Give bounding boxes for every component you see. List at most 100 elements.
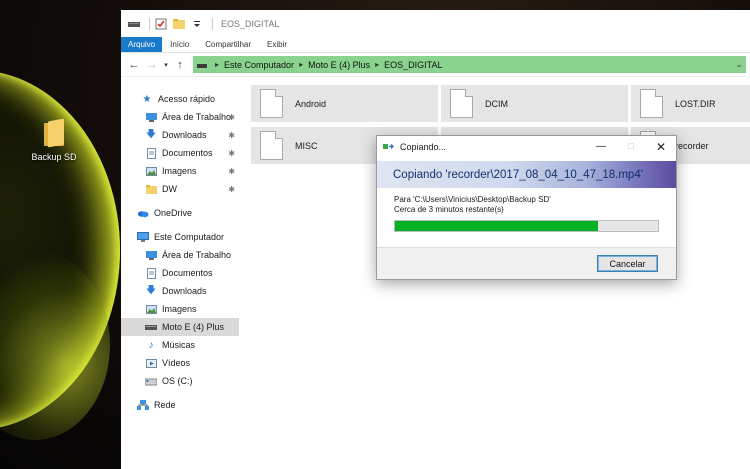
address-dropdown-button[interactable]: ⌄: [732, 59, 746, 70]
pin-icon[interactable]: ✱: [228, 113, 235, 122]
tile-label: Android: [295, 98, 327, 109]
document-icon: [145, 267, 157, 279]
new-folder-icon[interactable]: [172, 17, 186, 31]
download-icon: 🡇: [145, 128, 157, 140]
tab-exibir[interactable]: Exibir: [259, 37, 295, 52]
nav-label: Área de Trabalho: [162, 250, 232, 260]
navigation-pane: ★ Acesso rápido Área de Trabalho ✱ 🡇 Dow…: [121, 90, 239, 469]
folder-tile-lost-dir[interactable]: LOST.DIR: [631, 85, 750, 122]
image-icon: [145, 165, 157, 177]
drive-icon: [196, 61, 208, 69]
minimize-button[interactable]: —: [586, 136, 616, 157]
nav-label: Moto E (4) Plus: [162, 322, 225, 332]
nav-label: OS (C:): [162, 376, 193, 386]
nav-label: Acesso rápido: [158, 94, 216, 104]
tab-compartilhar[interactable]: Compartilhar: [197, 37, 259, 52]
pin-icon[interactable]: ✱: [228, 167, 235, 176]
nav-label: Downloads: [162, 130, 207, 140]
forward-button[interactable]: →: [143, 56, 161, 74]
pin-icon[interactable]: ✱: [228, 131, 235, 140]
folder-icon: [44, 118, 64, 148]
breadcrumb-moto-e[interactable]: Moto E (4) Plus: [308, 60, 370, 70]
nav-label: Este Computador: [154, 232, 225, 242]
dialog-body: Para 'C:\Users\Vinicius\Desktop\Backup S…: [377, 188, 676, 232]
customize-toolbar-icon[interactable]: [190, 17, 204, 31]
toolbar-separator: [149, 17, 150, 30]
chevron-right-icon[interactable]: ▸: [299, 60, 303, 69]
computer-icon: [137, 231, 149, 243]
nav-label: Documentos: [162, 148, 213, 158]
folder-tile-dcim[interactable]: DCIM: [441, 85, 628, 122]
dialog-header: Copiando 'recorder\2017_08_04_10_47_18.m…: [377, 161, 676, 188]
chevron-right-icon[interactable]: ▸: [375, 60, 379, 69]
video-icon: [145, 357, 157, 369]
window-title: EOS_DIGITAL: [221, 18, 280, 29]
nav-pc-os-c[interactable]: OS (C:): [121, 372, 239, 390]
drive-icon: [145, 321, 157, 333]
nav-network[interactable]: Rede: [121, 396, 239, 414]
address-bar[interactable]: ▸ Este Computador ▸ Moto E (4) Plus ▸ EO…: [193, 56, 746, 73]
nav-pc-desktop[interactable]: Área de Trabalho: [121, 246, 239, 264]
folder-icon: [145, 183, 157, 195]
breadcrumb-este-computador[interactable]: Este Computador: [224, 60, 294, 70]
nav-label: Downloads: [162, 286, 207, 296]
progress-fill: [395, 221, 598, 231]
windows-drive-icon: [145, 375, 157, 387]
network-icon: [137, 399, 149, 411]
time-remaining-text: Cerca de 3 minutos restante(s): [394, 205, 504, 214]
nav-label: Vídeos: [162, 358, 191, 368]
nav-item-dw[interactable]: DW ✱: [121, 180, 239, 198]
address-row: ← → ▾ ↑ ▸ Este Computador ▸ Moto E (4) P…: [121, 53, 750, 77]
nav-pc-videos[interactable]: Vídeos: [121, 354, 239, 372]
download-icon: 🡇: [145, 284, 157, 296]
pin-icon[interactable]: ✱: [228, 185, 235, 194]
nav-label: Imagens: [162, 304, 197, 314]
nav-label: Área de Trabalho: [162, 112, 232, 122]
pin-icon[interactable]: ✱: [228, 149, 235, 158]
dialog-title: Copiando...: [400, 141, 447, 152]
properties-icon[interactable]: [154, 17, 168, 31]
nav-item-desktop[interactable]: Área de Trabalho ✱: [121, 108, 239, 126]
cancel-button[interactable]: Cancelar: [597, 255, 658, 272]
tab-arquivo[interactable]: Arquivo: [121, 37, 163, 52]
nav-this-pc[interactable]: Este Computador: [121, 228, 239, 246]
up-button[interactable]: ↑: [171, 56, 189, 74]
nav-label: OneDrive: [154, 208, 193, 218]
copy-dialog: Copiando... — □ ✕ Copiando 'recorder\201…: [376, 135, 677, 280]
file-icon: [640, 89, 663, 118]
file-icon: [450, 89, 473, 118]
file-icon: [260, 89, 283, 118]
nav-pc-documents[interactable]: Documentos: [121, 264, 239, 282]
maximize-button[interactable]: □: [616, 136, 646, 157]
toolbar-separator: [212, 17, 213, 30]
tab-inicio[interactable]: Início: [162, 37, 197, 52]
desktop-icon-backup-sd[interactable]: Backup SD: [27, 118, 81, 162]
breadcrumb-eos-digital[interactable]: EOS_DIGITAL: [384, 60, 442, 70]
nav-label: Imagens: [162, 166, 197, 176]
nav-item-downloads[interactable]: 🡇 Downloads ✱: [121, 126, 239, 144]
dialog-footer: Cancelar: [377, 247, 676, 279]
desktop-icon: [145, 111, 157, 123]
cloud-icon: [137, 207, 149, 219]
nav-pc-music[interactable]: ♪ Músicas: [121, 336, 239, 354]
desktop-icon-label: Backup SD: [31, 152, 77, 162]
tile-label: recorder: [675, 140, 709, 151]
drive-icon[interactable]: [127, 17, 141, 31]
progress-bar: [394, 220, 659, 232]
desktop-icon: [145, 249, 157, 261]
nav-pc-moto-e[interactable]: Moto E (4) Plus: [121, 318, 239, 336]
dialog-title-bar: Copiando... — □ ✕: [377, 136, 676, 157]
back-button[interactable]: ←: [125, 56, 143, 74]
nav-label: Documentos: [162, 268, 213, 278]
close-button[interactable]: ✕: [646, 136, 676, 157]
nav-pc-images[interactable]: Imagens: [121, 300, 239, 318]
nav-onedrive[interactable]: OneDrive: [121, 204, 239, 222]
chevron-right-icon[interactable]: ▸: [215, 60, 219, 69]
nav-item-documents[interactable]: Documentos ✱: [121, 144, 239, 162]
copy-icon: [383, 142, 395, 151]
nav-quick-access[interactable]: ★ Acesso rápido: [121, 90, 239, 108]
folder-tile-android[interactable]: Android: [251, 85, 438, 122]
recent-locations-button[interactable]: ▾: [161, 56, 171, 74]
nav-pc-downloads[interactable]: 🡇 Downloads: [121, 282, 239, 300]
nav-item-images[interactable]: Imagens ✱: [121, 162, 239, 180]
